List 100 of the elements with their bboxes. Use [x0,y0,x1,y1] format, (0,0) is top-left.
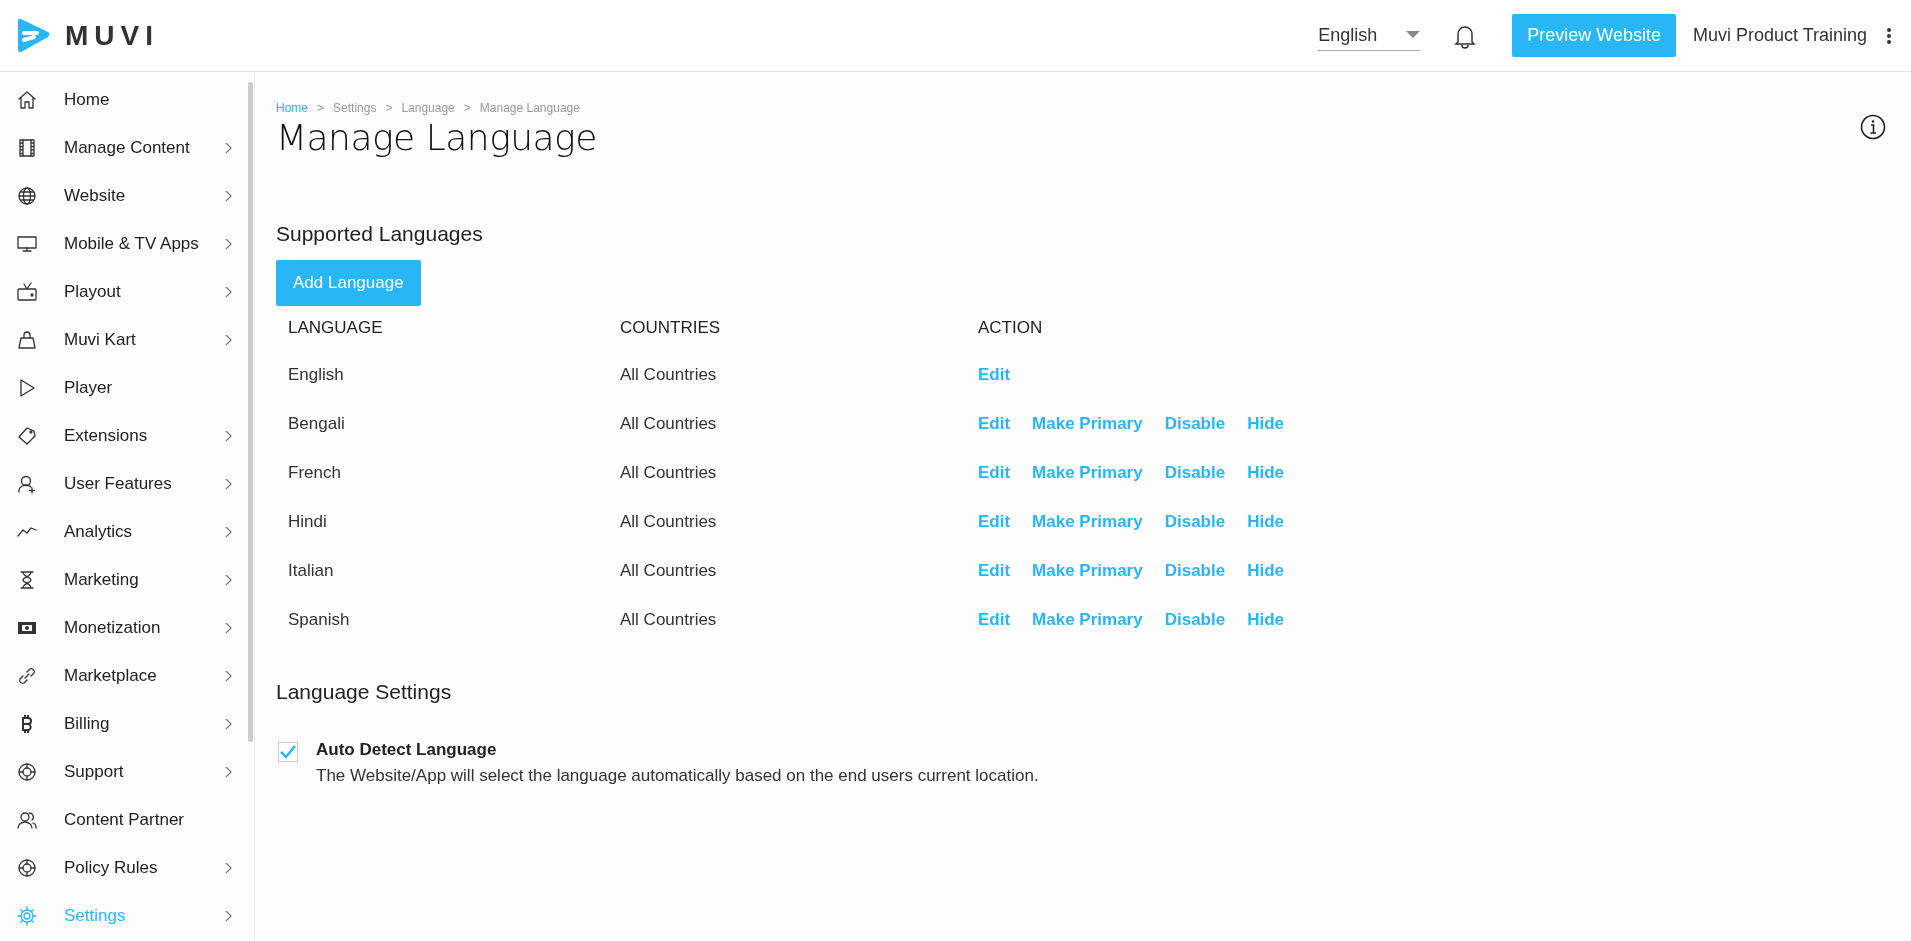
sidebar-item[interactable]: Muvi Kart [0,316,254,364]
action-link[interactable]: Make Primary [1032,560,1143,581]
table-cell-text: All Countries [619,608,718,631]
action-link[interactable]: Edit [978,462,1011,483]
action-link[interactable]: Disable [1164,609,1226,630]
checkbox-label: Auto Detect Language [316,740,498,761]
breadcrumb-separator: > [463,101,471,115]
tv-icon [16,281,38,303]
breadcrumb-item: Settings [333,101,377,115]
add-language-button[interactable]: Add Language [276,260,421,306]
section-heading: Supported Languages [276,222,484,246]
chevron-right-icon [225,190,232,202]
table-cell-text: French [287,461,342,484]
tag-icon [16,425,38,447]
action-link[interactable]: Hide [1247,511,1284,532]
preview-website-button[interactable]: Preview Website [1512,14,1676,57]
sidebar-item[interactable]: Player [0,364,254,412]
info-icon[interactable] [1860,114,1886,140]
sidebar-item[interactable]: Playout [0,268,254,316]
table-cell-text: English [287,363,345,386]
table-cell-text: All Countries [619,412,718,435]
breadcrumb-item: Manage Language [479,101,580,115]
sidebar-item[interactable]: Billing [0,700,254,748]
chevron-right-icon [225,718,232,730]
chevron-right-icon [225,526,232,538]
action-link[interactable]: Make Primary [1032,413,1143,434]
action-link[interactable]: Make Primary [1032,609,1143,630]
column-header: LANGUAGE [287,317,384,339]
sidebar-item[interactable]: Manage Content [0,124,254,172]
lifebuoy-icon [16,761,38,783]
lifebuoy-icon [16,857,38,879]
breadcrumb-separator: > [317,101,325,115]
shopping-bag-icon [16,329,38,351]
account-name[interactable]: Muvi Product Training [1692,25,1867,46]
action-link[interactable]: Make Primary [1032,462,1143,483]
sidebar-item[interactable]: Monetization [0,604,254,652]
caret-icon [1406,31,1421,39]
chevron-right-icon [225,670,232,682]
chevron-right-icon [225,862,232,874]
column-header: ACTION [977,317,1044,339]
breadcrumb-separator: > [385,101,393,115]
more-options-icon[interactable] [1887,27,1891,44]
action-link[interactable]: Edit [978,511,1011,532]
table-cell-text: Spanish [287,608,351,631]
chevron-right-icon [225,622,232,634]
sidebar-item[interactable]: Settings [0,892,254,940]
sidebar-item[interactable]: Mobile & TV Apps [0,220,254,268]
chevron-right-icon [225,334,232,346]
home-icon [16,89,38,111]
chevron-right-icon [225,238,232,250]
action-link[interactable]: Edit [978,609,1011,630]
table-cell-text: Italian [287,559,335,582]
action-link[interactable]: Disable [1164,462,1226,483]
sidebar-item[interactable]: Home [0,76,254,124]
action-link[interactable]: Hide [1247,413,1284,434]
monitor-icon [16,233,38,255]
sidebar-item[interactable]: Policy Rules [0,844,254,892]
table-cell-text: Bengali [287,412,346,435]
breadcrumb-link[interactable]: Home [276,101,308,115]
sidebar-item[interactable]: Extensions [0,412,254,460]
page-title: Manage Language [276,117,597,158]
action-link[interactable]: Edit [978,413,1011,434]
sidebar-item[interactable]: Marketplace [0,652,254,700]
action-link[interactable]: Hide [1247,462,1284,483]
sidebar-item[interactable]: Content Partner [0,796,254,844]
sidebar-item[interactable]: Analytics [0,508,254,556]
checkbox[interactable] [278,742,298,762]
table-cell-text: All Countries [619,510,718,533]
column-header: COUNTRIES [619,317,722,339]
sidebar-item[interactable]: Support [0,748,254,796]
action-link[interactable]: Disable [1164,413,1226,434]
scrollbar[interactable] [248,82,253,742]
table-cell-text: All Countries [619,461,718,484]
film-icon [16,137,38,159]
action-link[interactable]: Disable [1164,511,1226,532]
action-link[interactable]: Edit [978,560,1011,581]
action-link[interactable]: Disable [1164,560,1226,581]
action-link[interactable]: Hide [1247,609,1284,630]
breadcrumb-item: Language [401,101,455,115]
action-link[interactable]: Make Primary [1032,511,1143,532]
action-link[interactable]: Edit [978,364,1011,385]
language-select[interactable]: English [1318,20,1421,51]
globe-icon [16,185,38,207]
sidebar-item[interactable]: User Features [0,460,254,508]
chevron-right-icon [225,766,232,778]
chevron-right-icon [225,910,232,922]
sidebar-item[interactable]: Website [0,172,254,220]
users-icon [16,809,38,831]
gear-icon [16,905,38,927]
section-heading: Language Settings [276,680,453,704]
user-plus-icon [16,473,38,495]
chevron-right-icon [225,286,232,298]
chevron-right-icon [225,430,232,442]
logo-text: MUVI [65,19,159,52]
action-link[interactable]: Hide [1247,560,1284,581]
chevron-right-icon [225,142,232,154]
table-cell-text: Hindi [287,510,328,533]
sidebar-item[interactable]: Marketing [0,556,254,604]
table-cell-text: All Countries [619,559,718,582]
chevron-right-icon [225,574,232,586]
